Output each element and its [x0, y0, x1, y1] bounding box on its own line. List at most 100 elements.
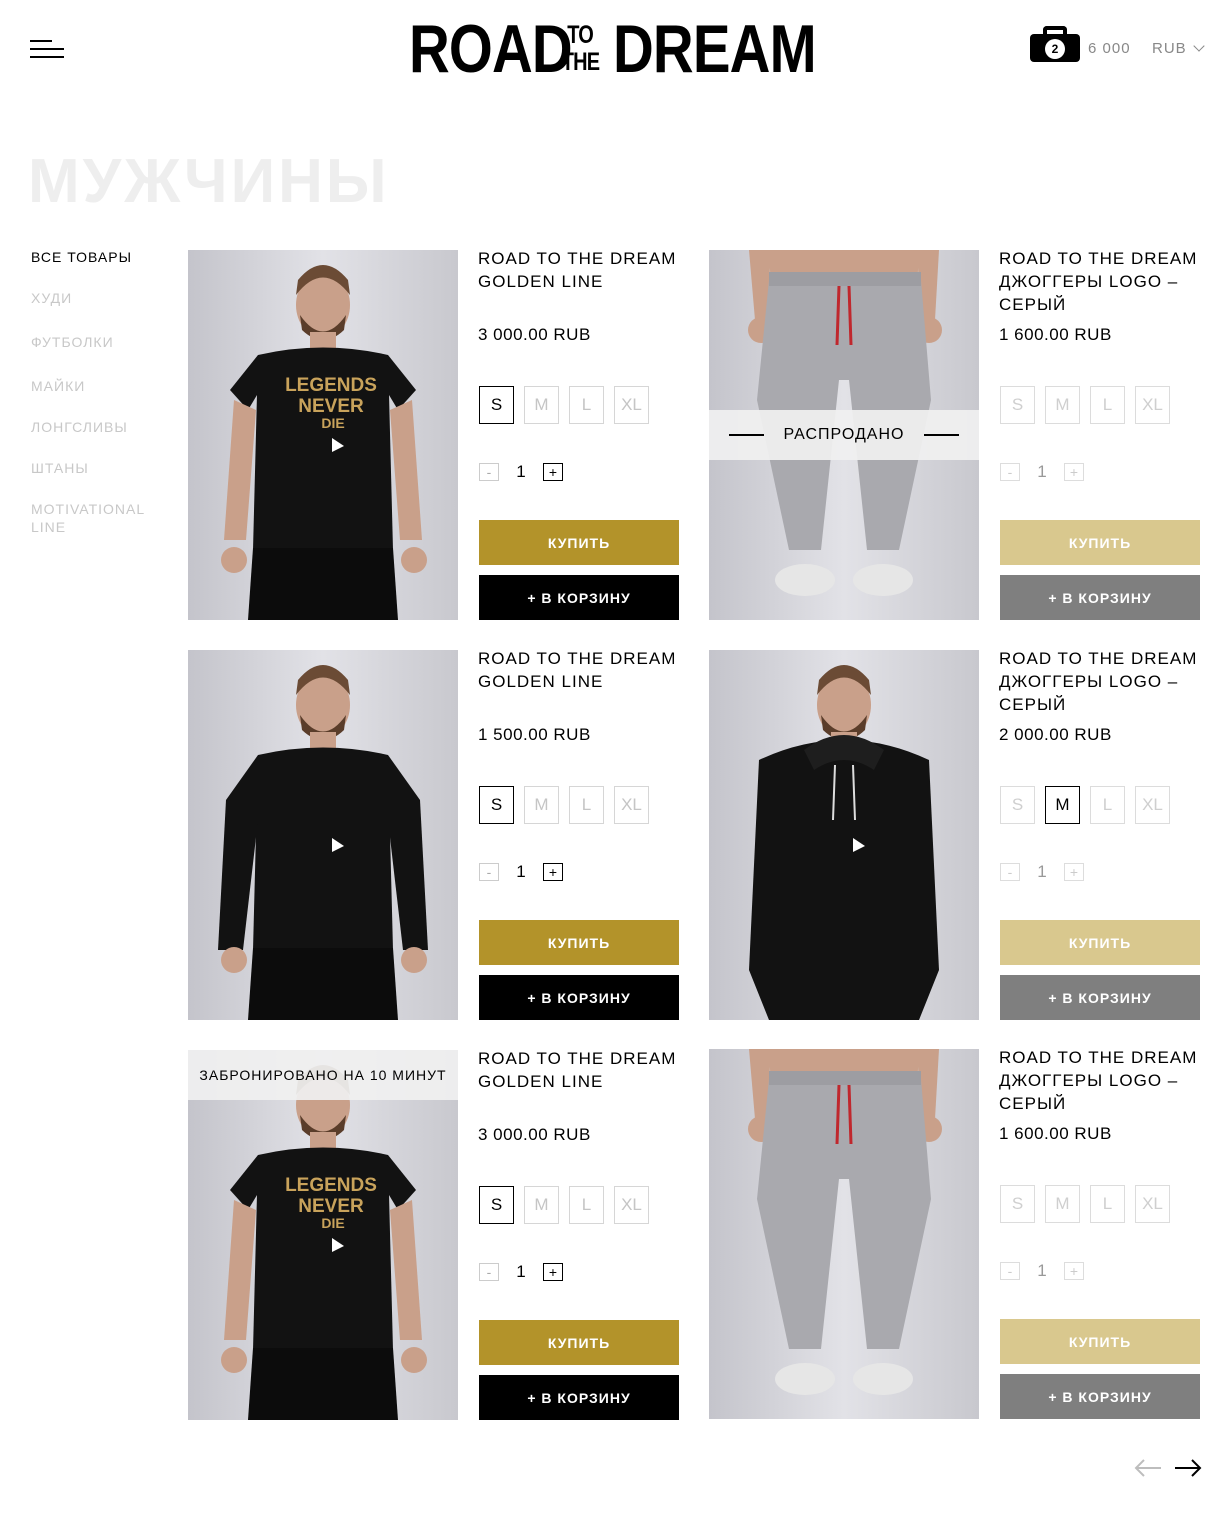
size-option-l[interactable]: L [1090, 1185, 1125, 1223]
decrease-qty-button[interactable]: - [479, 463, 499, 481]
size-option-l[interactable]: L [1090, 386, 1125, 424]
product-card: ROAD TO THE DREAM ДЖОГГЕРЫ LOGO – СЕРЫЙ 1… [709, 1048, 1201, 1419]
product-title[interactable]: ROAD TO THE DREAM ДЖОГГЕРЫ LOGO – СЕРЫЙ [999, 247, 1209, 316]
quantity-stepper: -1 + [479, 462, 563, 482]
product-photo[interactable] [709, 650, 979, 1020]
product-title[interactable]: ROAD TO THE DREAM ДЖОГГЕРЫ LOGO – СЕРЫЙ [999, 647, 1209, 716]
sidebar-item-hoodies[interactable]: ХУДИ [31, 289, 72, 307]
product-price: 1 600.00 RUB [999, 325, 1112, 344]
size-option-s[interactable]: S [479, 1186, 514, 1224]
increase-qty-button[interactable]: + [543, 463, 563, 481]
product-title[interactable]: ROAD TO THE DREAM GOLDEN LINE [478, 647, 688, 693]
size-option-s[interactable]: S [479, 786, 514, 824]
product-photo[interactable] [709, 1049, 979, 1419]
increase-qty-button[interactable]: + [543, 1263, 563, 1281]
size-option-m[interactable]: M [524, 786, 559, 824]
size-selector: S M L XL [1000, 786, 1170, 824]
add-to-cart-button[interactable]: + В КОРЗИНУ [1000, 1374, 1200, 1419]
size-option-s[interactable]: S [1000, 1185, 1035, 1223]
buy-button[interactable]: КУПИТЬ [479, 920, 679, 965]
add-to-cart-button[interactable]: + В КОРЗИНУ [479, 575, 679, 620]
buy-button[interactable]: КУПИТЬ [1000, 1319, 1200, 1364]
size-option-l[interactable]: L [1090, 786, 1125, 824]
cart-icon[interactable]: 2 [1030, 26, 1080, 62]
size-option-l[interactable]: L [569, 786, 604, 824]
decrease-qty-button[interactable]: - [479, 1263, 499, 1281]
product-photo[interactable]: LEGENDS NEVER DIE [188, 250, 458, 620]
size-option-xl[interactable]: XL [614, 1186, 649, 1224]
quantity-value: 1 [516, 862, 526, 881]
add-to-cart-button[interactable]: + В КОРЗИНУ [479, 1375, 679, 1420]
size-option-xl[interactable]: XL [1135, 386, 1170, 424]
product-photo[interactable] [188, 650, 458, 1020]
buy-button[interactable]: КУПИТЬ [1000, 520, 1200, 565]
logo-to: TO [567, 21, 594, 49]
menu-icon[interactable] [30, 40, 64, 60]
size-option-s[interactable]: S [479, 386, 514, 424]
quantity-value: 1 [1037, 862, 1047, 881]
increase-qty-button[interactable]: + [1064, 863, 1084, 881]
buy-button[interactable]: КУПИТЬ [479, 1320, 679, 1365]
size-selector: S M L XL [479, 786, 649, 824]
add-to-cart-button[interactable]: + В КОРЗИНУ [1000, 575, 1200, 620]
sidebar-item-tshirts[interactable]: ФУТБОЛКИ [31, 333, 114, 351]
shirt-print-line: NEVER [298, 1196, 364, 1217]
add-to-cart-button[interactable]: + В КОРЗИНУ [479, 975, 679, 1020]
shirt-print-line: NEVER [298, 396, 364, 417]
cart-total[interactable]: 6 000 [1088, 40, 1131, 57]
sidebar-item-all[interactable]: ВСЕ ТОВАРЫ [31, 248, 132, 266]
size-option-s[interactable]: S [1000, 786, 1035, 824]
size-option-m[interactable]: M [1045, 786, 1080, 824]
product-card: LEGENDS NEVER DIE ЗАБРОНИРОВАНО НА 10 МИНУТ… [188, 1049, 680, 1420]
sold-out-label: РАСПРОДАНО [783, 426, 905, 443]
buy-button[interactable]: КУПИТЬ [1000, 920, 1200, 965]
size-option-xl[interactable]: XL [614, 386, 649, 424]
size-option-xl[interactable]: XL [1135, 786, 1170, 824]
add-to-cart-button[interactable]: + В КОРЗИНУ [1000, 975, 1200, 1020]
product-title[interactable]: ROAD TO THE DREAM GOLDEN LINE [478, 1047, 688, 1093]
increase-qty-button[interactable]: + [543, 863, 563, 881]
product-card: ROAD TO THE DREAM GOLDEN LINE 1 500.00 RU… [188, 649, 680, 1020]
size-selector: S M L XL [479, 386, 649, 424]
size-option-m[interactable]: M [524, 1186, 559, 1224]
product-price: 1 600.00 RUB [999, 1124, 1112, 1143]
sidebar-item-pants[interactable]: ШТАНЫ [31, 459, 89, 477]
sidebar-item-longsleeves[interactable]: ЛОНГСЛИВЫ [31, 418, 128, 436]
product-photo[interactable]: LEGENDS NEVER DIE ЗАБРОНИРОВАНО НА 10 МИНУТ [188, 1050, 458, 1420]
site-logo[interactable]: ROAD TO THE DREAM [409, 15, 823, 83]
decrease-qty-button[interactable]: - [1000, 863, 1020, 881]
increase-qty-button[interactable]: + [1064, 463, 1084, 481]
product-price: 2 000.00 RUB [999, 725, 1112, 744]
prev-page-arrow-icon[interactable] [1134, 1458, 1162, 1478]
size-option-s[interactable]: S [1000, 386, 1035, 424]
product-title[interactable]: ROAD TO THE DREAM ДЖОГГЕРЫ LOGO – СЕРЫЙ [999, 1046, 1209, 1115]
product-title[interactable]: ROAD TO THE DREAM GOLDEN LINE [478, 247, 688, 293]
quantity-value: 1 [516, 1262, 526, 1281]
product-card: ROAD TO THE DREAM ДЖОГГЕРЫ LOGO – СЕРЫЙ 2… [709, 649, 1201, 1020]
logo-the: THE [561, 48, 599, 76]
buy-button[interactable]: КУПИТЬ [479, 520, 679, 565]
size-option-m[interactable]: M [1045, 1185, 1080, 1223]
currency-label: RUB [1152, 40, 1187, 57]
quantity-stepper: -1 + [1000, 1261, 1084, 1281]
quantity-stepper: -1 + [1000, 862, 1084, 882]
page-title: МУЖЧИНЫ [28, 147, 390, 216]
size-option-m[interactable]: M [1045, 386, 1080, 424]
increase-qty-button[interactable]: + [1064, 1262, 1084, 1280]
product-price: 1 500.00 RUB [478, 725, 591, 744]
product-photo[interactable]: РАСПРОДАНО [709, 250, 979, 620]
sidebar-item-tanks[interactable]: МАЙКИ [31, 377, 85, 395]
currency-select[interactable]: RUB [1152, 40, 1205, 57]
size-option-m[interactable]: M [524, 386, 559, 424]
decrease-qty-button[interactable]: - [1000, 1262, 1020, 1280]
decrease-qty-button[interactable]: - [1000, 463, 1020, 481]
sidebar-item-motivational[interactable]: MOTIVATIONAL LINE [31, 500, 161, 536]
size-option-xl[interactable]: XL [1135, 1185, 1170, 1223]
quantity-value: 1 [1037, 1261, 1047, 1280]
size-option-l[interactable]: L [569, 1186, 604, 1224]
next-page-arrow-icon[interactable] [1174, 1458, 1202, 1478]
size-option-l[interactable]: L [569, 386, 604, 424]
decrease-qty-button[interactable]: - [479, 863, 499, 881]
quantity-stepper: -1 + [479, 1262, 563, 1282]
size-option-xl[interactable]: XL [614, 786, 649, 824]
